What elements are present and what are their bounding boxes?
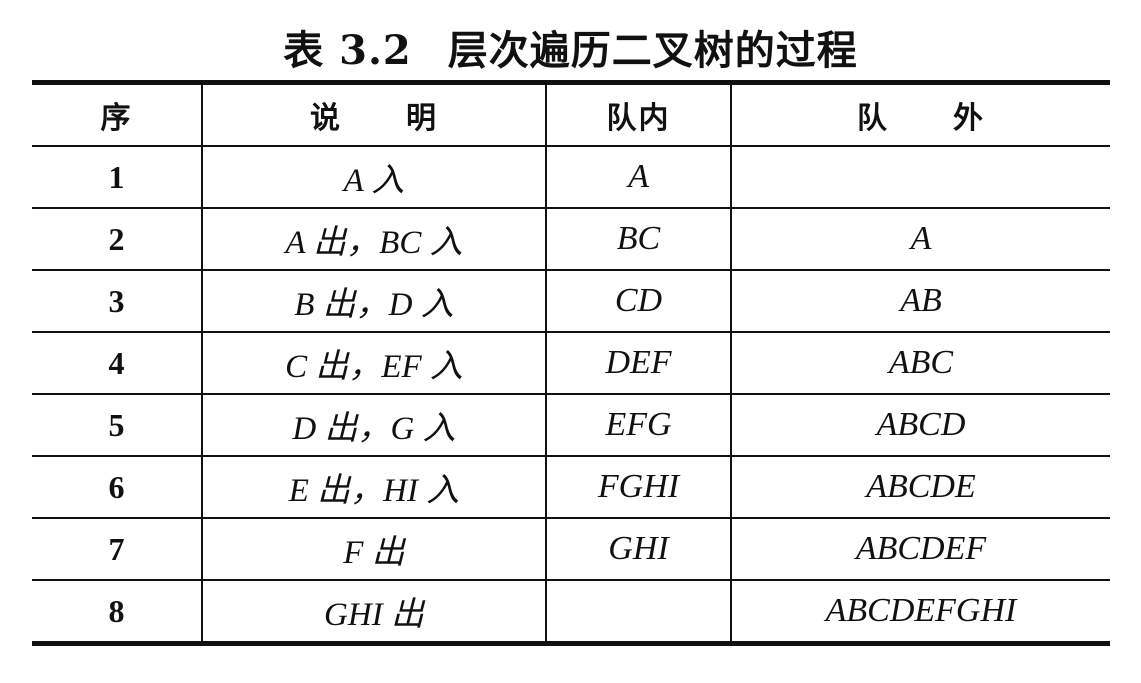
table-number: 表 3.2 xyxy=(283,27,412,74)
cell-desc: A 出，BC 入 xyxy=(202,208,547,271)
header-queue-out: 队 外 xyxy=(731,82,1110,147)
table-row: 8 GHI 出 ABCDEFGHI xyxy=(32,580,1110,645)
cell-desc: B 出，D 入 xyxy=(202,270,547,333)
header-seq: 序 xyxy=(32,82,203,147)
cell-desc: D 出，G 入 xyxy=(202,394,547,457)
cell-queue-out: ABCD xyxy=(731,394,1110,457)
table-row: 7 F 出 GHI ABCDEF xyxy=(32,518,1110,581)
cell-queue-in: CD xyxy=(546,270,732,333)
cell-queue-in: DEF xyxy=(546,332,732,395)
header-desc: 说 明 xyxy=(202,82,547,147)
cell-seq: 6 xyxy=(32,456,203,519)
cell-seq: 8 xyxy=(32,580,203,645)
table-row: 3 B 出，D 入 CD AB xyxy=(32,270,1110,333)
cell-desc: F 出 xyxy=(202,518,547,581)
table-row: 1 A 入 A xyxy=(32,146,1110,209)
document-page: 表 3.2 层次遍历二叉树的过程 序 说 明 队内 队 外 1 A 入 A 2 A… xyxy=(0,0,1141,683)
cell-queue-in: BC xyxy=(546,208,732,271)
cell-queue-out: ABC xyxy=(731,332,1110,395)
cell-queue-in: EFG xyxy=(546,394,732,457)
table-caption: 表 3.2 层次遍历二叉树的过程 xyxy=(0,18,1141,76)
cell-seq: 7 xyxy=(32,518,203,581)
cell-seq: 5 xyxy=(32,394,203,457)
cell-queue-out: ABCDEF xyxy=(731,518,1110,581)
traversal-table: 序 说 明 队内 队 外 1 A 入 A 2 A 出，BC 入 BC A 3 B xyxy=(32,80,1110,646)
cell-queue-out: ABCDE xyxy=(731,456,1110,519)
header-queue-in: 队内 xyxy=(546,82,732,147)
cell-queue-out: ABCDEFGHI xyxy=(731,580,1110,645)
table-row: 4 C 出，EF 入 DEF ABC xyxy=(32,332,1110,395)
cell-desc: C 出，EF 入 xyxy=(202,332,547,395)
cell-seq: 4 xyxy=(32,332,203,395)
header-row: 序 说 明 队内 队 外 xyxy=(32,82,1110,147)
cell-queue-in: FGHI xyxy=(546,456,732,519)
table-row: 6 E 出，HI 入 FGHI ABCDE xyxy=(32,456,1110,519)
table-row: 2 A 出，BC 入 BC A xyxy=(32,208,1110,271)
cell-seq: 2 xyxy=(32,208,203,271)
cell-desc: A 入 xyxy=(202,146,547,209)
cell-desc: GHI 出 xyxy=(202,580,547,645)
cell-desc: E 出，HI 入 xyxy=(202,456,547,519)
cell-seq: 3 xyxy=(32,270,203,333)
cell-queue-in: GHI xyxy=(546,518,732,581)
cell-queue-out xyxy=(731,146,1110,209)
cell-queue-in xyxy=(546,580,732,645)
cell-queue-out: A xyxy=(731,208,1110,271)
table-title: 层次遍历二叉树的过程 xyxy=(447,27,858,74)
cell-queue-out: AB xyxy=(731,270,1110,333)
cell-seq: 1 xyxy=(32,146,203,209)
table-row: 5 D 出，G 入 EFG ABCD xyxy=(32,394,1110,457)
cell-queue-in: A xyxy=(546,146,732,209)
